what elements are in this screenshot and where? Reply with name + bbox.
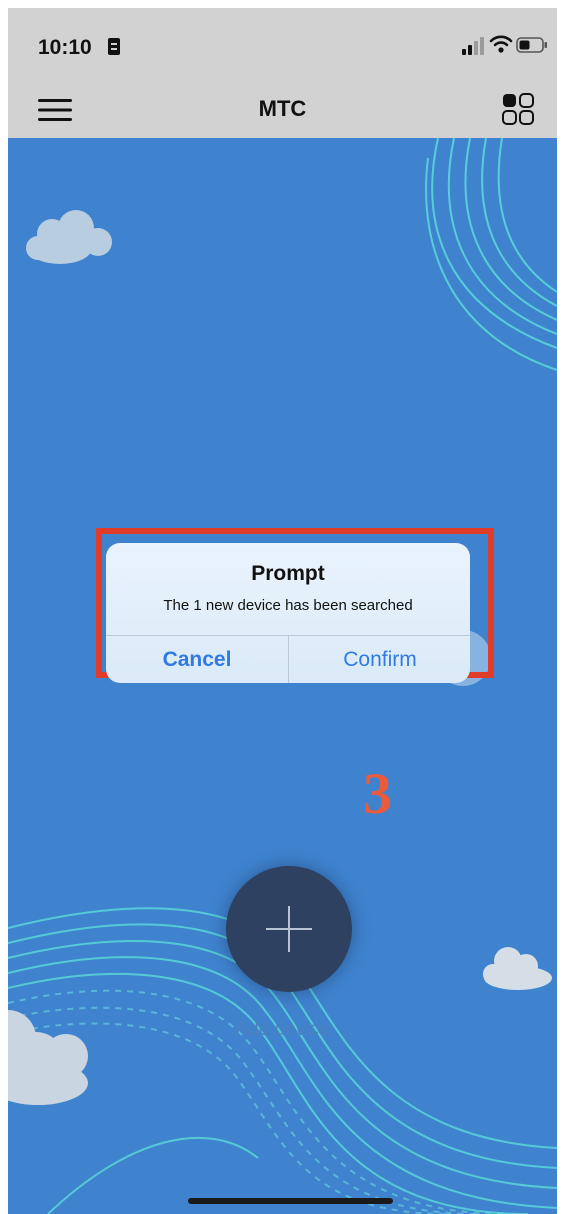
app-screen: 10:10 MTC Prompt The 1 new device has be… (8, 8, 557, 1214)
page-title: MTC (258, 96, 307, 121)
plus-icon (266, 906, 312, 952)
cancel-button[interactable]: Cancel (106, 636, 288, 683)
step-number-annotation: 3 (363, 761, 392, 826)
dialog-message: The 1 new device has been searched (163, 597, 413, 614)
nav-bar: MTC (8, 80, 557, 138)
status-bar: 10:10 (8, 8, 557, 80)
home-indicator (188, 1198, 393, 1204)
top-wave-lines (425, 138, 557, 371)
battery-icon (516, 37, 547, 53)
confirm-button[interactable]: Confirm (289, 636, 470, 683)
add-device-button[interactable] (226, 866, 352, 992)
cloud-bottom-right (483, 947, 552, 990)
grid-icon[interactable] (502, 93, 534, 125)
sim-icon (108, 38, 120, 55)
status-time: 10:10 (38, 36, 92, 59)
prompt-dialog: Prompt The 1 new device has been searche… (106, 543, 470, 683)
wifi-icon (489, 35, 513, 53)
signal-icon (462, 37, 484, 55)
add-device-label: Add device (235, 1019, 330, 1040)
dialog-title: Prompt (251, 562, 325, 585)
cloud-top-left (26, 210, 112, 264)
